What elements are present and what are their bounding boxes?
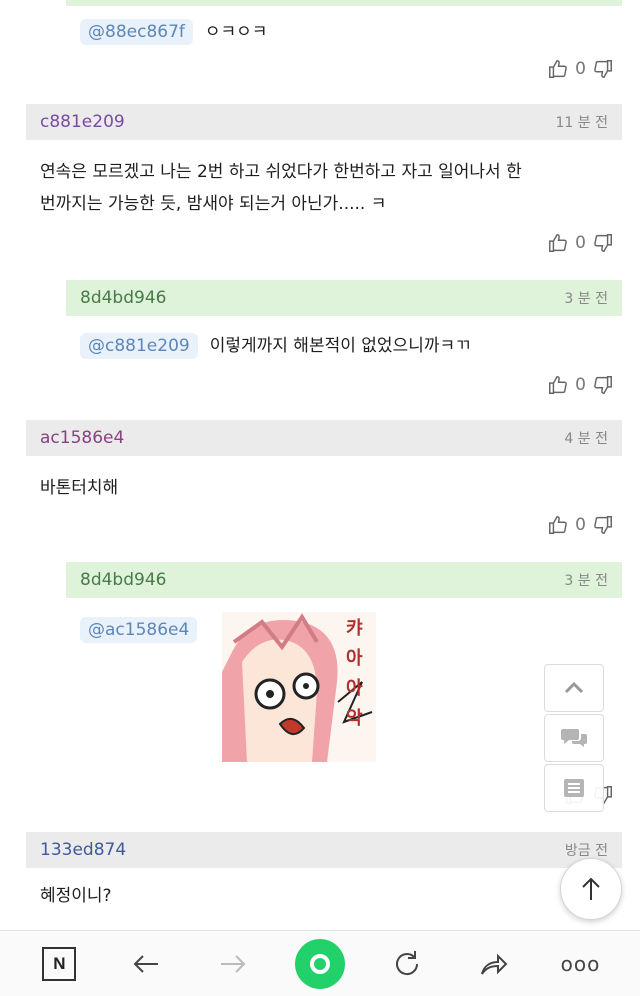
thumbs-up-icon[interactable] [547, 514, 569, 536]
arrow-right-icon [221, 954, 246, 973]
more-icon: ooo [560, 951, 601, 976]
list-button[interactable] [544, 764, 604, 812]
browser-toolbar: N ooo [0, 930, 640, 996]
upvote-count: 0 [575, 233, 586, 253]
comment-body: 연속은 모르겠고 나는 2번 하고 쉬었다가 한번하고 자고 일어나서 한 번까… [40, 156, 620, 220]
thumbs-down-icon[interactable] [592, 514, 614, 536]
refresh-button[interactable] [379, 936, 435, 992]
comment-body: @ac1586e4 [80, 614, 209, 646]
arrow-left-icon [133, 954, 159, 973]
upvote-count: 0 [575, 515, 586, 535]
comment-header: c881e209 11 분 전 [26, 104, 622, 140]
comment-text-line: 연속은 모르겠고 나는 2번 하고 쉬었다가 한번하고 자고 일어나서 한 [40, 162, 522, 182]
comment-author[interactable]: 133ed874 [40, 840, 126, 860]
back-to-top-button[interactable] [560, 858, 622, 920]
comment-author[interactable]: c881e209 [40, 112, 125, 132]
vote-bar: 0 [547, 374, 614, 396]
chevron-up-icon [564, 681, 584, 694]
vote-bar: 0 [547, 58, 614, 80]
upvote-count: 0 [575, 59, 586, 79]
comment-text-line: 번까지는 가능한 듯, 밤새야 되는거 아닌가..... ㅋ [40, 194, 387, 214]
comment-header: ac1586e4 4 분 전 [26, 420, 622, 456]
thumbs-up-icon[interactable] [547, 374, 569, 396]
comment-body: 혜정이니? [40, 880, 112, 912]
forward-button[interactable] [205, 936, 261, 992]
share-icon [480, 953, 508, 975]
more-button[interactable]: ooo [552, 936, 608, 992]
thumbs-down-icon[interactable] [592, 232, 614, 254]
comment-time: 11 분 전 [555, 115, 608, 131]
comment-text: 바톤터치해 [40, 478, 119, 498]
green-dot-icon [294, 938, 345, 989]
green-dot-button[interactable] [292, 936, 348, 992]
anime-girl-sticker: 캬 아 아 악 [222, 612, 376, 762]
comment-body: @c881e209 이렇게까지 해본적이 없었으니까ㅋㄲ [80, 330, 471, 362]
comment-body: @88ec867f ㅇㅋㅇㅋ [80, 16, 267, 48]
refresh-icon [395, 950, 418, 975]
mention-tag[interactable]: @ac1586e4 [80, 617, 198, 643]
back-button[interactable] [118, 936, 174, 992]
comment-time: 방금 전 [564, 843, 608, 859]
naver-home-button[interactable]: N [31, 936, 87, 992]
comment-text: 혜정이니? [40, 886, 112, 906]
thumbs-up-icon[interactable] [547, 232, 569, 254]
comment-thread: @88ec867f ㅇㅋㅇㅋ 0 c881e209 11 분 전 연속은 모르겠고… [0, 0, 640, 930]
naver-logo: N [42, 946, 77, 981]
sticker-letter: 아 [346, 648, 363, 669]
thumbs-up-icon[interactable] [547, 58, 569, 80]
comment-text: ㅇㅋㅇㅋ [204, 22, 268, 42]
share-button[interactable] [466, 936, 522, 992]
sticker-letter: 악 [346, 708, 363, 729]
reply-header: 8d4bd946 3 분 전 [66, 280, 622, 316]
sticker-letter: 아 [346, 678, 363, 699]
mention-tag[interactable]: @c881e209 [80, 333, 198, 359]
reply-header: 8d4bd946 3 분 전 [66, 562, 622, 598]
sticker-letter: 캬 [346, 618, 363, 639]
chat-bubbles-icon [561, 729, 587, 747]
comment-author[interactable]: 8d4bd946 [80, 570, 166, 590]
thumbs-down-icon[interactable] [592, 58, 614, 80]
comment-time: 4 분 전 [564, 431, 608, 447]
vote-bar: 0 [547, 232, 614, 254]
comment-author[interactable]: ac1586e4 [40, 428, 124, 448]
comment-header: 133ed874 방금 전 [26, 832, 622, 868]
thumbs-down-icon[interactable] [592, 374, 614, 396]
comment-text: 이렇게까지 해본적이 없었으니까ㅋㄲ [209, 336, 471, 356]
sticker-image: 캬 아 아 악 [222, 612, 376, 762]
comment-header [66, 0, 622, 6]
comments-button[interactable] [544, 714, 604, 762]
comment-author[interactable]: 8d4bd946 [80, 288, 166, 308]
arrow-up-icon [582, 877, 600, 900]
list-icon [564, 779, 584, 797]
vote-bar: 0 [547, 514, 614, 536]
scroll-up-button[interactable] [544, 664, 604, 712]
comment-time: 3 분 전 [564, 573, 608, 589]
comment-body: 바톤터치해 [40, 472, 118, 504]
comment-time: 3 분 전 [564, 291, 608, 307]
mention-tag[interactable]: @88ec867f [80, 19, 193, 45]
upvote-count: 0 [575, 375, 586, 395]
